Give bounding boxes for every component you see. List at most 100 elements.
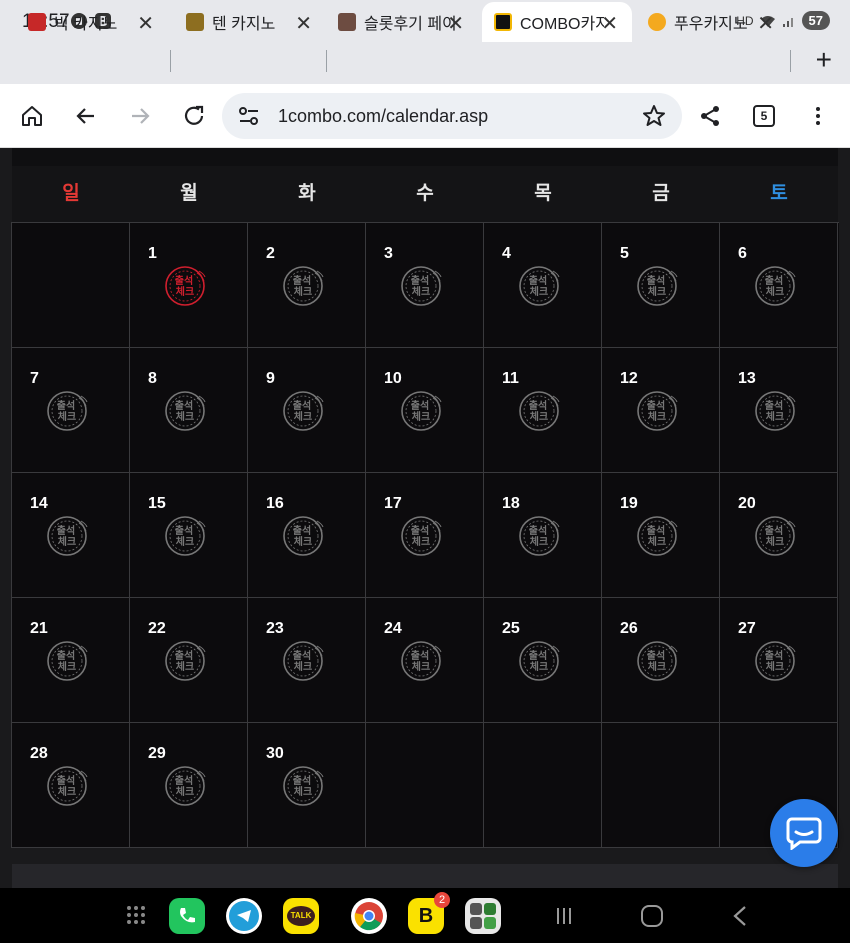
tab-slot-review[interactable]: 슬롯후기 페이 ✕ xyxy=(312,2,478,42)
day-number: 20 xyxy=(738,495,756,512)
close-icon[interactable]: ✕ xyxy=(447,11,464,36)
tab-switcher-button[interactable]: 5 xyxy=(748,100,780,132)
svg-text:체크: 체크 xyxy=(176,285,194,298)
calendar-day-29[interactable]: 29 출석 체크 xyxy=(130,723,248,848)
svg-text:출석: 출석 xyxy=(765,649,783,662)
day-number: 22 xyxy=(148,620,166,637)
calendar-day-13[interactable]: 13 출석 체크 xyxy=(720,348,838,473)
calculator-app-icon[interactable] xyxy=(465,898,501,934)
calendar-day-3[interactable]: 3 출석 체크 xyxy=(366,223,484,348)
calendar-day-6[interactable]: 6 출석 체크 xyxy=(720,223,838,348)
back-nav-icon[interactable] xyxy=(730,904,750,928)
new-tab-button[interactable]: + xyxy=(816,44,832,76)
calendar-day-14[interactable]: 14 출석 체크 xyxy=(12,473,130,598)
calendar-empty-cell xyxy=(484,723,602,848)
close-icon[interactable]: ✕ xyxy=(757,11,774,36)
calendar-day-30[interactable]: 30 출석 체크 xyxy=(248,723,366,848)
calendar-day-23[interactable]: 23 출석 체크 xyxy=(248,598,366,723)
calendar-day-4[interactable]: 4 출석 체크 xyxy=(484,223,602,348)
calendar-day-27[interactable]: 27 출석 체크 xyxy=(720,598,838,723)
calendar-day-18[interactable]: 18 출석 체크 xyxy=(484,473,602,598)
day-number: 24 xyxy=(384,620,402,637)
phone-app-icon[interactable] xyxy=(169,898,205,934)
forward-button[interactable] xyxy=(124,100,156,132)
svg-text:출석: 출석 xyxy=(175,399,193,412)
calendar-day-16[interactable]: 16 출석 체크 xyxy=(248,473,366,598)
svg-text:출석: 출석 xyxy=(765,274,783,287)
calendar-day-25[interactable]: 25 출석 체크 xyxy=(484,598,602,723)
calendar-day-1[interactable]: 1 출석 체크 xyxy=(130,223,248,348)
tab-ten-casino[interactable]: 텐 카지노 ✕ xyxy=(160,2,326,42)
tab-combo-casino[interactable]: COMBO카지노 ✕ xyxy=(482,2,632,42)
day-number: 18 xyxy=(502,495,520,512)
close-icon[interactable]: ✕ xyxy=(601,11,618,36)
battery-indicator: 57 xyxy=(801,11,830,30)
star-icon[interactable] xyxy=(642,104,666,128)
calendar-day-22[interactable]: 22 출석 체크 xyxy=(130,598,248,723)
calendar-day-20[interactable]: 20 출석 체크 xyxy=(720,473,838,598)
calendar-day-28[interactable]: 28 출석 체크 xyxy=(12,723,130,848)
svg-text:체크: 체크 xyxy=(412,410,430,423)
home-icon xyxy=(22,106,42,126)
calendar-day-24[interactable]: 24 출석 체크 xyxy=(366,598,484,723)
svg-text:체크: 체크 xyxy=(294,660,312,673)
address-bar[interactable]: 1combo.com/calendar.asp xyxy=(222,93,682,139)
calendar-day-9[interactable]: 9 출석 체크 xyxy=(248,348,366,473)
share-button[interactable] xyxy=(694,100,726,132)
apps-grid-icon[interactable] xyxy=(126,905,150,927)
day-number: 25 xyxy=(502,620,520,637)
reload-button[interactable] xyxy=(178,100,210,132)
back-button[interactable] xyxy=(70,100,102,132)
day-number: 17 xyxy=(384,495,402,512)
calendar-day-2[interactable]: 2 출석 체크 xyxy=(248,223,366,348)
svg-text:체크: 체크 xyxy=(294,285,312,298)
b-app-icon[interactable]: B 2 xyxy=(408,892,450,934)
attendance-stamp-icon: 출석체크 xyxy=(283,391,324,431)
day-number: 21 xyxy=(30,620,48,637)
svg-text:체크: 체크 xyxy=(648,285,666,298)
close-icon[interactable]: ✕ xyxy=(295,11,312,36)
home-button[interactable] xyxy=(16,100,48,132)
tab-label: 푸우카지노 xyxy=(674,16,748,33)
kakaotalk-app-icon[interactable]: TALK xyxy=(283,898,319,934)
calendar-day-17[interactable]: 17 출석 체크 xyxy=(366,473,484,598)
svg-text:출석: 출석 xyxy=(293,399,311,412)
calendar-day-7[interactable]: 7 출석 체크 xyxy=(12,348,130,473)
calendar-day-8[interactable]: 8 출석 체크 xyxy=(130,348,248,473)
svg-text:체크: 체크 xyxy=(530,285,548,298)
tab-label: 슬롯후기 페이 xyxy=(364,16,457,33)
b-letter-icon: B xyxy=(418,904,434,927)
svg-text:출석: 출석 xyxy=(293,649,311,662)
tab-favicon xyxy=(338,13,356,31)
tab-label: COMBO카지노 xyxy=(520,16,604,33)
calendar-day-5[interactable]: 5 출석 체크 xyxy=(602,223,720,348)
svg-text:출석: 출석 xyxy=(57,399,75,412)
site-settings-icon[interactable] xyxy=(238,106,260,126)
day-number: 28 xyxy=(30,745,48,762)
recents-icon[interactable] xyxy=(554,906,574,926)
attendance-stamp-icon: 출석체크 xyxy=(165,516,206,556)
close-icon[interactable]: ✕ xyxy=(137,11,154,36)
telegram-app-icon[interactable] xyxy=(226,898,262,934)
tab-big-casino[interactable]: 빅 카지노 ✕ xyxy=(2,2,168,42)
svg-text:체크: 체크 xyxy=(294,785,312,798)
calendar-day-19[interactable]: 19 출석 체크 xyxy=(602,473,720,598)
tab-pooh-casino[interactable]: 푸우카지노 ✕ xyxy=(622,2,788,42)
chat-button[interactable] xyxy=(770,799,838,867)
calendar-day-26[interactable]: 26 출석 체크 xyxy=(602,598,720,723)
calendar-day-12[interactable]: 12 출석 체크 xyxy=(602,348,720,473)
svg-text:출석: 출석 xyxy=(411,399,429,412)
day-number: 14 xyxy=(30,495,48,512)
url-text[interactable]: 1combo.com/calendar.asp xyxy=(278,106,488,127)
svg-text:체크: 체크 xyxy=(176,660,194,673)
menu-button[interactable] xyxy=(802,100,834,132)
chrome-app-icon[interactable] xyxy=(351,898,387,934)
calendar-day-15[interactable]: 15 출석 체크 xyxy=(130,473,248,598)
calendar-day-10[interactable]: 10 출석 체크 xyxy=(366,348,484,473)
day-number: 8 xyxy=(148,370,157,387)
svg-text:체크: 체크 xyxy=(412,535,430,548)
browser-toolbar: 1combo.com/calendar.asp 5 xyxy=(0,84,850,148)
calendar-day-21[interactable]: 21 출석 체크 xyxy=(12,598,130,723)
calendar-day-11[interactable]: 11 출석 체크 xyxy=(484,348,602,473)
home-nav-icon[interactable] xyxy=(640,904,664,928)
